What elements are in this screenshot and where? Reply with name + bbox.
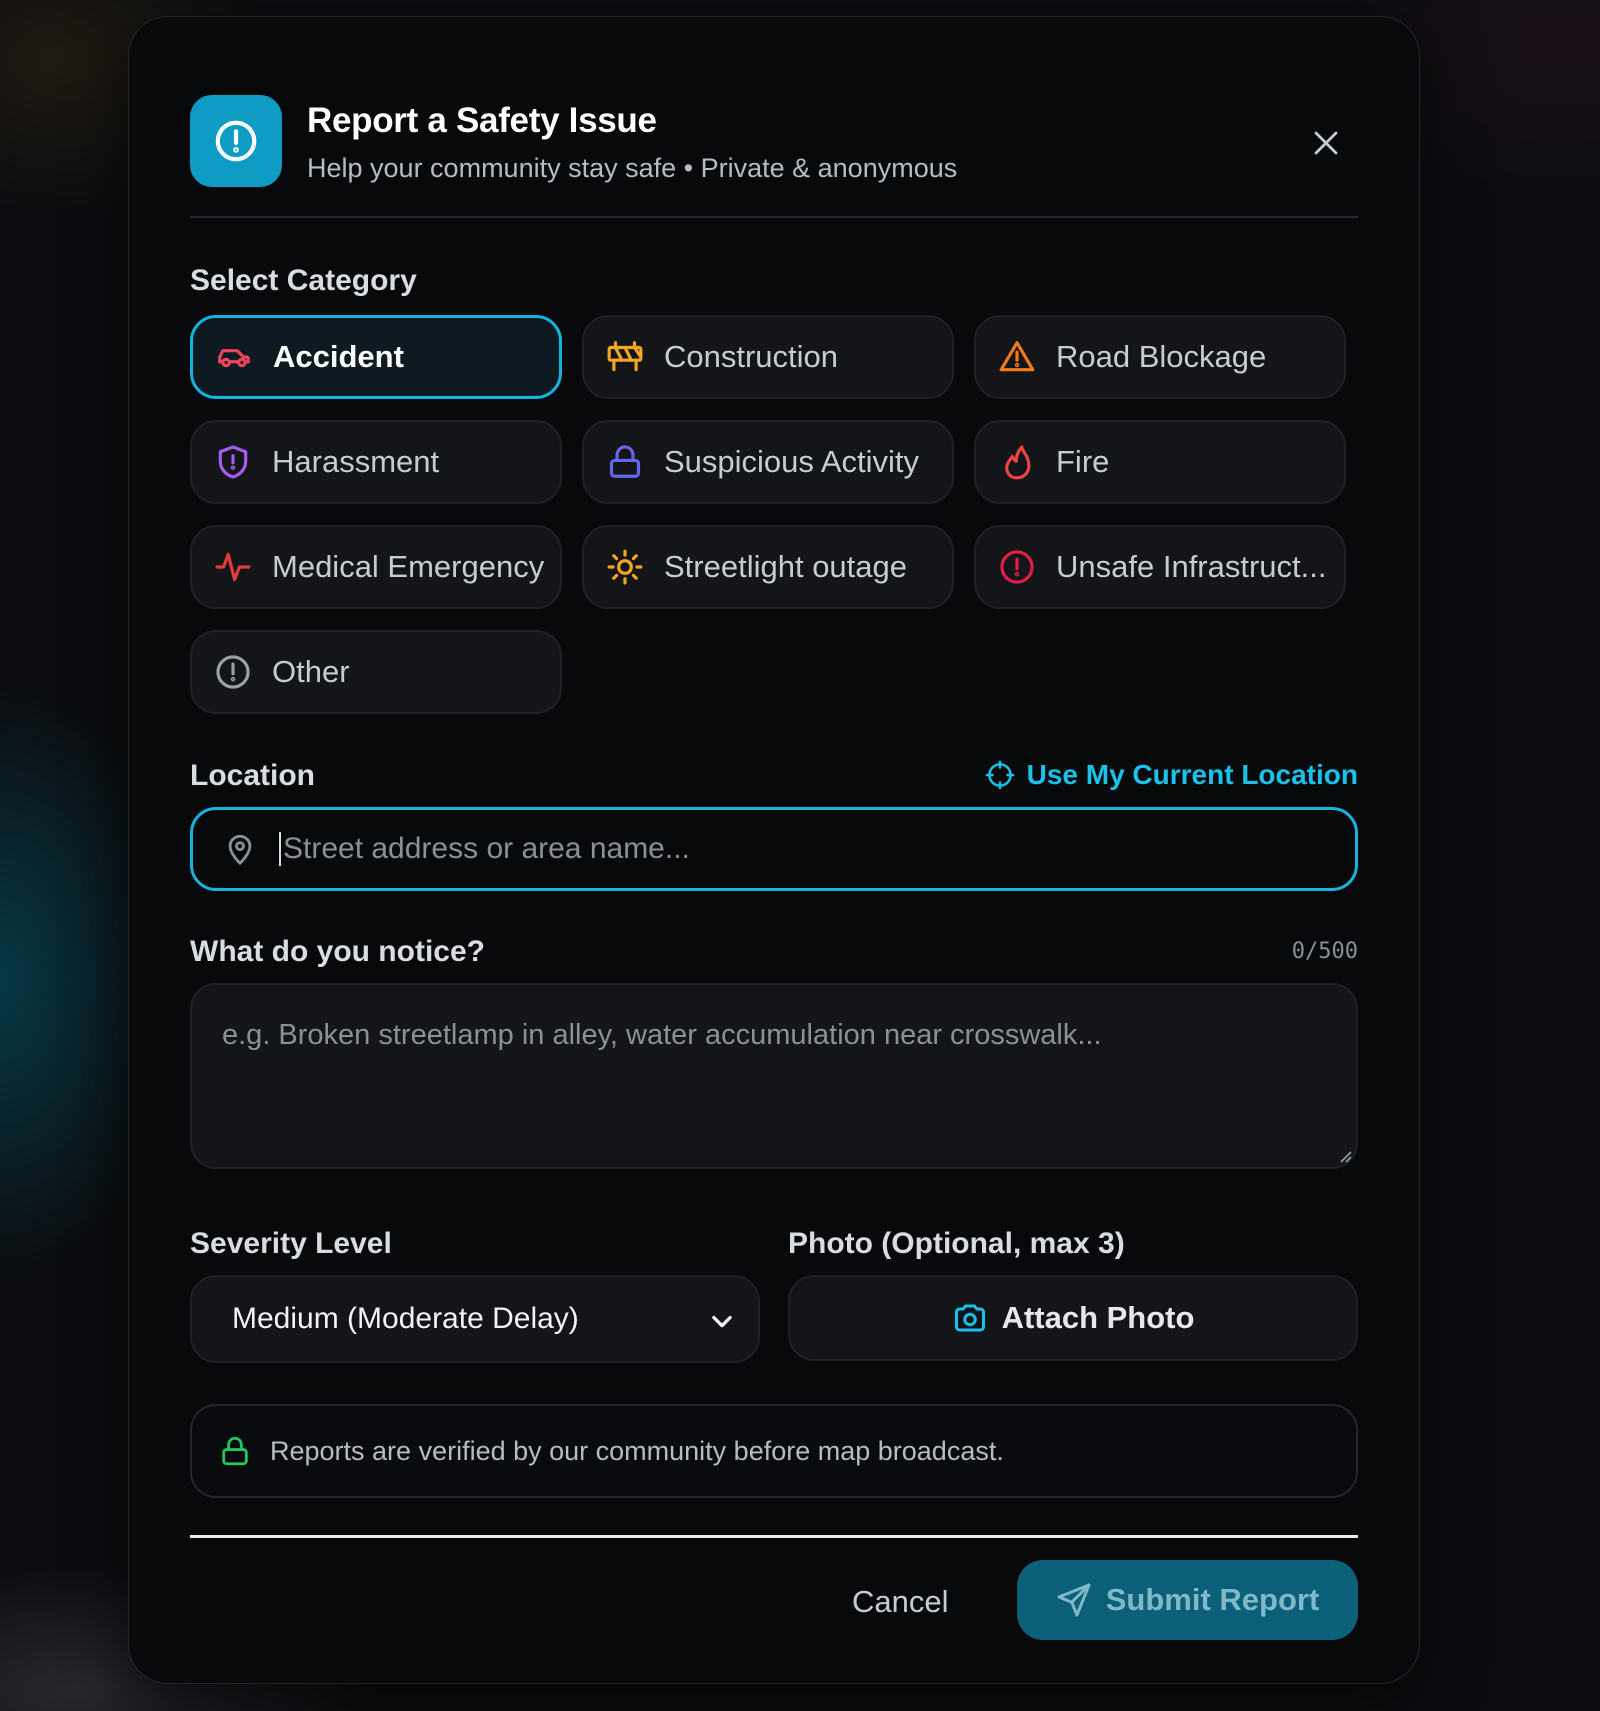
category-streetlight-outage[interactable]: Streetlight outage: [582, 525, 954, 609]
category-harassment[interactable]: Harassment: [190, 420, 562, 504]
send-icon: [1057, 1583, 1091, 1617]
modal-title: Report a Safety Issue: [307, 101, 657, 140]
category-label-text: Medical Emergency: [272, 549, 545, 584]
photo-label: Photo (Optional, max 3): [788, 1227, 1125, 1260]
location-field[interactable]: [190, 807, 1358, 891]
category-suspicious-activity[interactable]: Suspicious Activity: [582, 420, 954, 504]
category-road-blockage[interactable]: Road Blockage: [974, 315, 1346, 399]
report-modal: Report a Safety Issue Help your communit…: [128, 16, 1420, 1684]
pulse-icon: [214, 548, 252, 586]
category-accident[interactable]: Accident: [190, 315, 562, 399]
camera-icon: [954, 1304, 985, 1332]
crosshair-icon: [985, 760, 1014, 790]
close-button[interactable]: [1304, 121, 1348, 165]
warning-triangle-icon: [998, 338, 1036, 376]
lock-icon: [606, 443, 644, 481]
shield-alert-icon: [214, 443, 252, 481]
category-label-text: Accident: [273, 339, 404, 374]
modal-subtitle: Help your community stay safe • Private …: [307, 153, 958, 183]
modal-content: Report a Safety Issue Help your communit…: [190, 79, 1358, 1640]
category-label-text: Suspicious Activity: [664, 444, 919, 479]
severity-label: Severity Level: [190, 1227, 392, 1260]
category-grid: Accident Construction Road Blockage Hara…: [190, 315, 1358, 714]
category-other[interactable]: Other: [190, 630, 562, 714]
category-label-text: Streetlight outage: [664, 549, 908, 584]
category-fire[interactable]: Fire: [974, 420, 1346, 504]
attach-photo-button[interactable]: Attach Photo: [788, 1275, 1358, 1361]
category-label-text: Unsafe Infrastruct...: [1056, 549, 1327, 584]
description-textarea[interactable]: [190, 983, 1358, 1169]
severity-value: Medium (Moderate Delay): [232, 1302, 579, 1335]
close-icon: [1314, 131, 1338, 155]
location-input[interactable]: [279, 832, 1319, 866]
category-medical-emergency[interactable]: Medical Emergency: [190, 525, 562, 609]
location-label: Location: [190, 759, 315, 792]
category-construction[interactable]: Construction: [582, 315, 954, 399]
category-label-text: Fire: [1056, 444, 1110, 479]
notice-label: What do you notice?: [190, 935, 485, 968]
attach-photo-label: Attach Photo: [1001, 1300, 1195, 1335]
sun-icon: [606, 548, 644, 586]
submit-report-button[interactable]: Submit Report: [1017, 1560, 1358, 1640]
category-label-text: Other: [272, 654, 350, 689]
chevron-down-icon: [712, 1315, 732, 1328]
use-current-location-button[interactable]: Use My Current Location: [985, 759, 1358, 791]
alert-circle-icon: [190, 95, 282, 187]
resize-handle-icon[interactable]: [1338, 1149, 1352, 1163]
construction-barrier-icon: [606, 338, 644, 376]
verification-notice: Reports are verified by our community be…: [190, 1404, 1358, 1498]
verification-notice-text: Reports are verified by our community be…: [270, 1435, 1004, 1466]
category-unsafe-infrastructure[interactable]: Unsafe Infrastruct...: [974, 525, 1346, 609]
category-label-text: Construction: [664, 339, 839, 374]
severity-select[interactable]: Medium (Moderate Delay): [190, 1275, 760, 1363]
car-icon: [215, 338, 253, 376]
lock-icon: [222, 1436, 248, 1466]
submit-report-label: Submit Report: [1105, 1582, 1320, 1617]
map-pin-icon: [228, 834, 252, 865]
category-label-text: Harassment: [272, 444, 440, 479]
char-counter: 0/500: [1291, 939, 1358, 964]
info-circle-icon: [214, 653, 252, 691]
alert-circle-icon: [998, 548, 1036, 586]
flame-icon: [998, 443, 1036, 481]
modal-header: Report a Safety Issue Help your communit…: [190, 79, 1358, 218]
category-label-text: Road Blockage: [1056, 339, 1267, 374]
footer-divider: [190, 1535, 1358, 1538]
use-current-location-label: Use My Current Location: [1026, 759, 1358, 790]
cancel-button[interactable]: Cancel: [852, 1584, 949, 1620]
category-label: Select Category: [190, 264, 417, 297]
